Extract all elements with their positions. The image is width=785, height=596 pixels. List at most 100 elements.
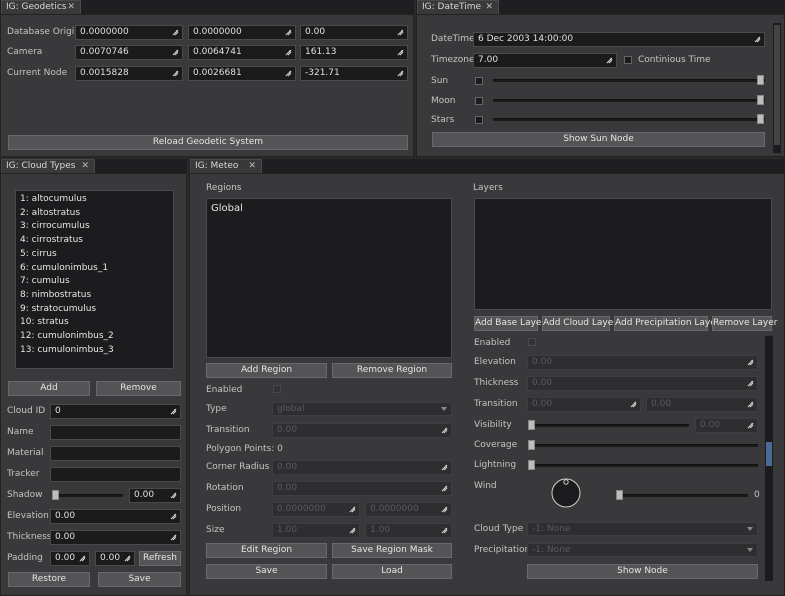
- remove-layer-button[interactable]: Remove Layer: [712, 316, 777, 331]
- layers-list[interactable]: [474, 198, 772, 310]
- list-item[interactable]: 1: altocumulus: [16, 193, 173, 207]
- wind-speed-slider[interactable]: [618, 494, 748, 497]
- show-sun-node-button[interactable]: Show Sun Node: [432, 132, 765, 147]
- origin-x-field[interactable]: 0.0000000: [75, 25, 183, 40]
- node-y-field[interactable]: 0.0026681: [188, 66, 296, 81]
- list-item[interactable]: 4: cirrostratus: [16, 234, 173, 248]
- stars-slider-handle[interactable]: [757, 114, 764, 124]
- layer-cloud-type-select[interactable]: -1: None: [527, 522, 758, 536]
- shadow-slider-handle[interactable]: [52, 490, 59, 500]
- add-region-button[interactable]: Add Region: [206, 363, 327, 378]
- camera-y-field[interactable]: 0.0064741: [188, 45, 296, 60]
- origin-z-field[interactable]: 0.00: [300, 25, 408, 40]
- node-x-field[interactable]: 0.0015828: [75, 66, 183, 81]
- rotation-field[interactable]: 0.00: [272, 481, 452, 496]
- add-cloud-type-button[interactable]: Add: [8, 381, 90, 396]
- close-icon[interactable]: ✕: [81, 160, 89, 173]
- lightning-slider-handle[interactable]: [528, 460, 535, 470]
- list-item[interactable]: 13: cumulonimbus_3: [16, 344, 173, 358]
- restore-button[interactable]: Restore: [8, 572, 90, 587]
- shadow-slider[interactable]: [53, 494, 123, 497]
- moon-slider[interactable]: [493, 99, 765, 102]
- reload-geodetic-button[interactable]: Reload Geodetic System: [8, 135, 408, 150]
- elevation-field[interactable]: 0.00: [50, 509, 181, 524]
- size-x-field[interactable]: 1.00: [272, 523, 360, 538]
- camera-x-field[interactable]: 0.0070746: [75, 45, 183, 60]
- material-field[interactable]: [50, 446, 181, 461]
- padding-field-1[interactable]: 0.00: [50, 551, 90, 566]
- close-icon[interactable]: ✕: [248, 160, 256, 173]
- size-y-field[interactable]: 1.00: [365, 523, 452, 538]
- list-item[interactable]: Global: [207, 202, 451, 216]
- save-region-mask-button[interactable]: Save Region Mask: [332, 543, 452, 558]
- list-item[interactable]: 12: cumulonimbus_2: [16, 330, 173, 344]
- add-base-layer-button[interactable]: Add Base Layer: [474, 316, 545, 331]
- add-precipitation-layer-button[interactable]: Add Precipitation Layer: [614, 316, 720, 331]
- tab-meteo[interactable]: IG: Meteo ✕: [190, 159, 262, 173]
- region-enabled-checkbox[interactable]: [273, 385, 281, 393]
- visibility-slider[interactable]: [529, 424, 689, 427]
- stars-slider[interactable]: [493, 118, 765, 121]
- list-item[interactable]: 2: altostratus: [16, 207, 173, 221]
- layer-precipitation-select[interactable]: -1: None: [527, 543, 758, 557]
- camera-z-field[interactable]: 161.13: [300, 45, 408, 60]
- moon-checkbox[interactable]: [475, 97, 483, 105]
- list-item[interactable]: 6: cumulonimbus_1: [16, 262, 173, 276]
- name-field[interactable]: [50, 425, 181, 440]
- region-type-select[interactable]: global: [272, 402, 452, 416]
- continuous-time-checkbox[interactable]: [624, 56, 632, 64]
- datetime-field[interactable]: 6 Dec 2003 14:00:00: [473, 32, 765, 47]
- layer-enabled-checkbox[interactable]: [528, 338, 536, 346]
- tab-datetime[interactable]: IG: DateTime ✕: [417, 0, 499, 14]
- lightning-slider[interactable]: [529, 464, 758, 467]
- show-node-button[interactable]: Show Node: [527, 564, 758, 579]
- remove-region-button[interactable]: Remove Region: [332, 363, 452, 378]
- layer-thickness-field[interactable]: 0.00: [527, 376, 758, 391]
- timezone-field[interactable]: 7.00: [473, 53, 617, 68]
- tab-geodetics[interactable]: IG: Geodetics ✕: [1, 0, 81, 14]
- refresh-button[interactable]: Refresh: [139, 551, 181, 566]
- origin-y-field[interactable]: 0.0000000: [188, 25, 296, 40]
- position-x-field[interactable]: 0.0000000: [272, 502, 360, 517]
- moon-slider-handle[interactable]: [757, 95, 764, 105]
- corner-radius-field[interactable]: 0.00: [272, 460, 452, 475]
- region-transition-field[interactable]: 0.00: [272, 423, 452, 438]
- layer-transition-field-2[interactable]: 0.00: [646, 397, 758, 412]
- stars-checkbox[interactable]: [475, 116, 483, 124]
- list-item[interactable]: 7: cumulus: [16, 275, 173, 289]
- node-z-field[interactable]: -321.71: [300, 66, 408, 81]
- coverage-slider-handle[interactable]: [528, 440, 535, 450]
- close-icon[interactable]: ✕: [485, 1, 493, 14]
- cloud-id-field[interactable]: 0: [50, 404, 181, 419]
- save-meteo-button[interactable]: Save: [206, 564, 327, 579]
- add-cloud-layer-button[interactable]: Add Cloud Layer: [542, 316, 617, 331]
- layer-elevation-field[interactable]: 0.00: [527, 355, 758, 370]
- layers-scrollbar[interactable]: [765, 336, 773, 581]
- tab-cloud-types[interactable]: IG: Cloud Types ✕: [1, 159, 95, 173]
- list-item[interactable]: 9: stratocumulus: [16, 303, 173, 317]
- wind-direction-dial[interactable]: [550, 477, 582, 509]
- edit-region-button[interactable]: Edit Region: [206, 543, 327, 558]
- layer-visibility-field[interactable]: 0.00: [695, 418, 758, 433]
- tracker-field[interactable]: [50, 467, 181, 482]
- sun-slider-handle[interactable]: [757, 75, 764, 85]
- cloud-types-list[interactable]: 1: altocumulus 2: altostratus 3: cirrocu…: [15, 190, 174, 369]
- datetime-scrollbar[interactable]: [773, 23, 781, 153]
- wind-speed-slider-handle[interactable]: [616, 490, 623, 500]
- list-item[interactable]: 5: cirrus: [16, 248, 173, 262]
- coverage-slider[interactable]: [529, 444, 758, 447]
- list-item[interactable]: 8: nimbostratus: [16, 289, 173, 303]
- visibility-slider-handle[interactable]: [528, 420, 535, 430]
- shadow-field[interactable]: 0.00: [129, 488, 181, 503]
- layer-transition-field-1[interactable]: 0.00: [527, 397, 641, 412]
- sun-slider[interactable]: [493, 79, 765, 82]
- list-item[interactable]: 10: stratus: [16, 316, 173, 330]
- remove-cloud-type-button[interactable]: Remove: [96, 381, 181, 396]
- padding-field-2[interactable]: 0.00: [95, 551, 135, 566]
- regions-list[interactable]: Global: [206, 198, 452, 358]
- load-meteo-button[interactable]: Load: [332, 564, 452, 579]
- position-y-field[interactable]: 0.0000000: [365, 502, 452, 517]
- save-cloud-type-button[interactable]: Save: [98, 572, 181, 587]
- close-icon[interactable]: ✕: [67, 1, 75, 14]
- thickness-field[interactable]: 0.00: [50, 530, 181, 545]
